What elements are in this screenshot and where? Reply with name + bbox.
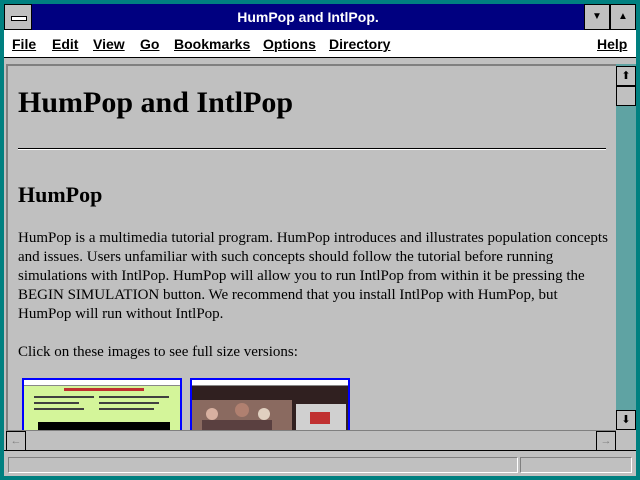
thumbnail-image-link-1[interactable] [22,378,182,430]
title-bar[interactable]: HumPop and IntlPop. ▼ ▲ [4,4,636,30]
menu-go[interactable]: Go [140,36,159,52]
menu-help[interactable]: Help [597,36,627,52]
vertical-scroll-thumb[interactable] [616,86,636,106]
triangle-down-icon: ▼ [592,11,602,22]
thumbnail-graphic-1 [34,388,170,430]
window-title: HumPop and IntlPop. [237,9,379,25]
thumbnail-image-link-2[interactable] [190,378,350,430]
menu-directory[interactable]: Directory [329,36,390,52]
system-menu-button[interactable] [4,4,32,30]
scrollbar-corner [616,430,636,450]
maximize-button[interactable]: ▲ [610,4,636,30]
menu-bookmarks[interactable]: Bookmarks [174,36,250,52]
page-title: HumPop and IntlPop [18,86,294,119]
images-prompt: Click on these images to see full size v… [18,344,298,360]
vertical-scrollbar[interactable]: ⬆ ⬇ [616,64,636,430]
status-bar [4,450,636,476]
scroll-left-button[interactable]: ← [6,431,26,451]
progress-indicator [520,457,632,473]
menu-file[interactable]: File [12,36,36,52]
scroll-right-button[interactable]: → [596,431,616,451]
document-view[interactable]: HumPop and IntlPop HumPop HumPop is a mu… [6,64,616,430]
arrow-down-icon: ⬇ [621,414,631,426]
horizontal-rule [18,148,606,150]
menu-options[interactable]: Options [263,36,316,52]
menu-view[interactable]: View [93,36,125,52]
section-heading: HumPop [18,182,103,207]
arrow-up-icon: ⬆ [621,70,631,82]
thumbnail-graphic-2 [192,400,346,430]
arrow-right-icon: → [600,435,612,447]
minimize-button[interactable]: ▼ [584,4,610,30]
intro-paragraph: HumPop is a multimedia tutorial program.… [18,230,608,322]
scroll-up-button[interactable]: ⬆ [616,66,636,86]
scroll-down-button[interactable]: ⬇ [616,410,636,430]
arrow-left-icon: ← [10,435,22,447]
system-menu-icon [11,16,27,21]
status-message [8,457,518,473]
horizontal-scrollbar[interactable]: ← → [6,430,616,451]
triangle-up-icon: ▲ [618,11,628,22]
menu-edit[interactable]: Edit [52,36,78,52]
menu-bar: File Edit View Go Bookmarks Options Dire… [4,30,636,58]
